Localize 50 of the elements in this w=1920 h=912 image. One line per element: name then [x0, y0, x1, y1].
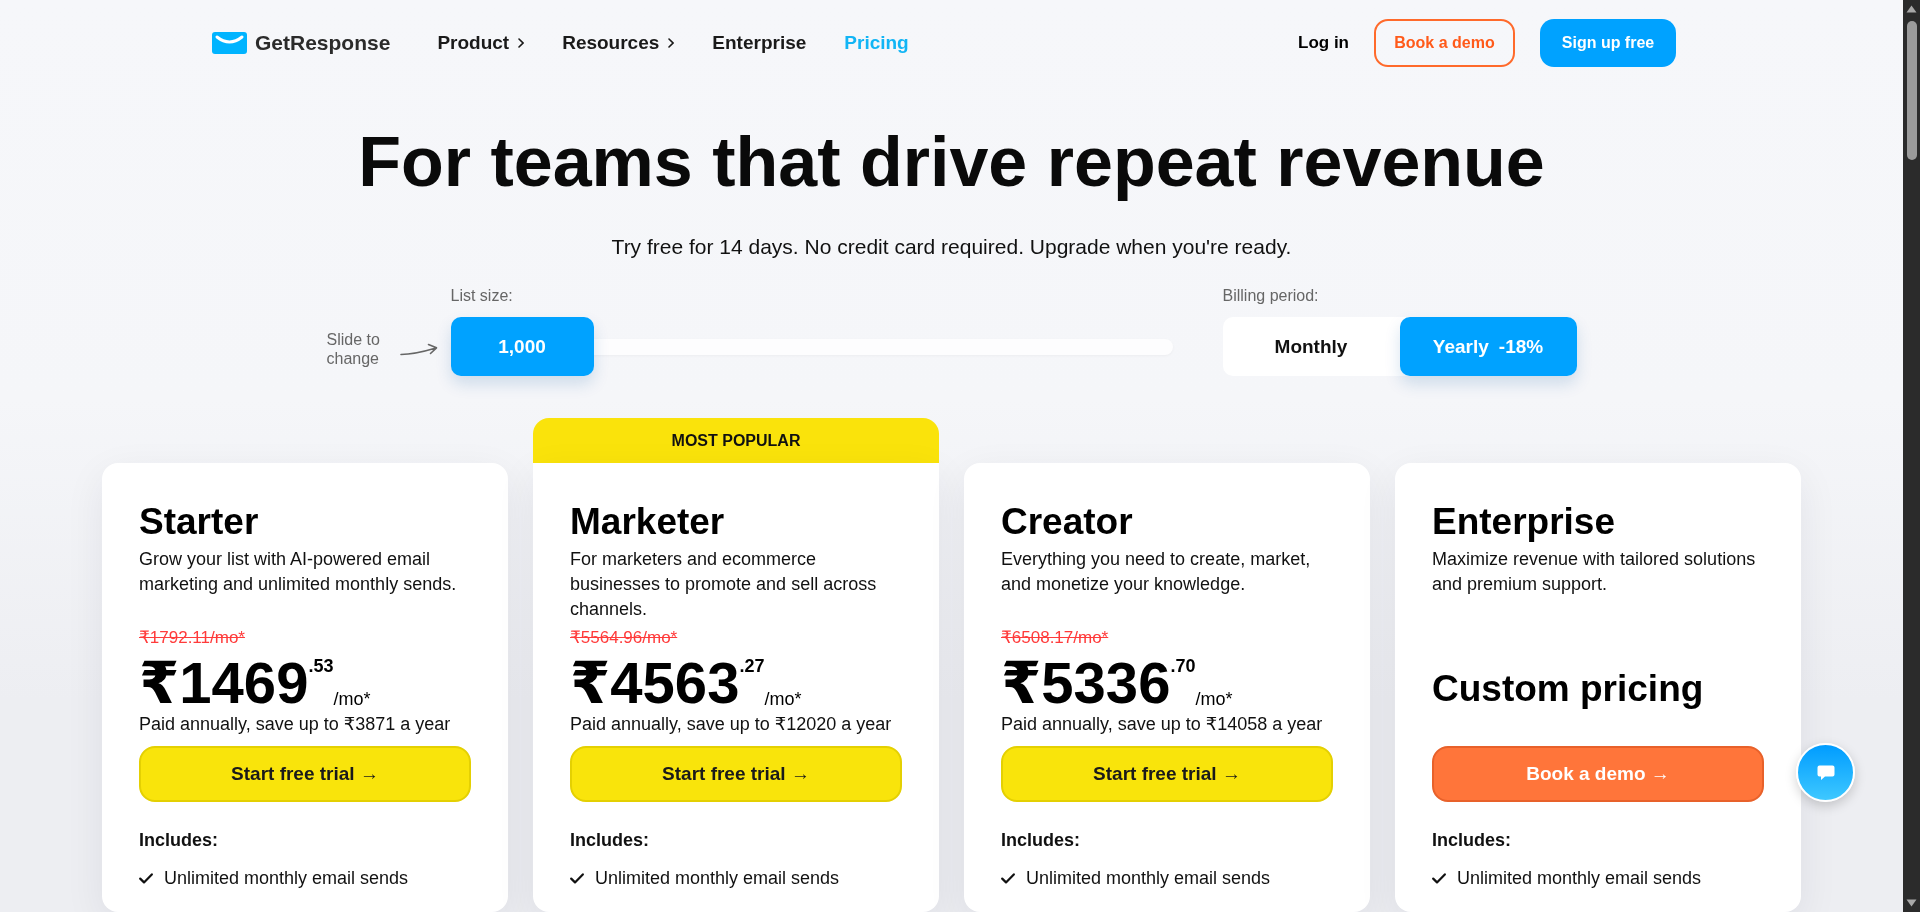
nav-link[interactable]: Resources — [562, 32, 675, 54]
feature-text: Unlimited monthly email sends — [1026, 867, 1271, 890]
old-price: ₹1792.11/mo* — [139, 627, 245, 648]
popular-badge: MOST POPULAR — [533, 418, 939, 463]
chat-button[interactable] — [1796, 743, 1855, 802]
old-price: ₹5564.96/mo* — [570, 627, 678, 648]
plan-name: Marketer — [570, 500, 725, 544]
scroll-up-icon[interactable] — [1906, 5, 1917, 13]
page-title: For teams that drive repeat revenue — [358, 122, 1545, 203]
feature-text: Unlimited monthly email sends — [1457, 867, 1702, 890]
feature-text: Unlimited monthly email sends — [164, 867, 409, 890]
includes-label: Includes: — [139, 829, 218, 852]
nav-link[interactable]: Enterprise — [712, 32, 807, 54]
check-icon — [1432, 872, 1446, 884]
includes-label: Includes: — [1432, 829, 1511, 852]
logo-link[interactable]: GetResponse — [212, 31, 391, 55]
includes-label: Includes: — [570, 829, 649, 852]
billing-option[interactable]: Monthly — [1222, 317, 1400, 376]
billing-period-label: Billing period: — [1222, 286, 1319, 306]
scrollbar-thumb[interactable] — [1906, 21, 1917, 160]
start-trial-button[interactable]: Start free trial → — [1001, 746, 1333, 802]
plan-description: For marketers and ecommerce businesses to promote and sell across channels. — [570, 548, 878, 621]
custom-price: Custom pricing — [1432, 667, 1704, 711]
slide-hint: Slide to change — [326, 330, 381, 368]
plan-name: Enterprise — [1432, 500, 1615, 544]
logo-icon — [212, 32, 247, 54]
plan-name: Starter — [139, 500, 259, 544]
plan-description: Maximize revenue with tailored solutions and premium support. — [1432, 548, 1757, 596]
scrollbar[interactable] — [1903, 0, 1920, 912]
old-price: ₹6508.17/mo* — [1001, 627, 1109, 648]
savings-note: Paid annually, save up to ₹14058 a year — [1001, 713, 1323, 736]
chat-icon — [1816, 764, 1835, 781]
start-trial-button[interactable]: Start free trial → — [570, 746, 902, 802]
check-icon — [570, 872, 584, 884]
nav-link[interactable]: Product — [437, 32, 525, 54]
plan-description: Grow your list with AI-powered email marketing and unlimited monthly sends. — [139, 548, 458, 596]
check-icon — [1001, 872, 1015, 884]
curved-arrow-icon — [399, 341, 439, 357]
plan-description: Everything you need to create, market, and monetize your knowledge. — [1001, 548, 1312, 596]
page-subtitle: Try free for 14 days. No credit card required. Upgrade when you're ready. — [611, 234, 1292, 260]
list-size-label: List size: — [450, 286, 513, 306]
savings-note: Paid annually, save up to ₹12020 a year — [570, 713, 892, 736]
feature-text: Unlimited monthly email sends — [595, 867, 840, 890]
savings-note: Paid annually, save up to ₹3871 a year — [139, 713, 451, 736]
scroll-down-icon[interactable] — [1906, 899, 1917, 907]
login-link[interactable]: Log in — [1298, 33, 1349, 53]
check-icon — [139, 872, 153, 884]
includes-label: Includes: — [1001, 829, 1080, 852]
start-trial-button[interactable]: Start free trial → — [139, 746, 471, 802]
plan-name: Creator — [1001, 500, 1133, 544]
